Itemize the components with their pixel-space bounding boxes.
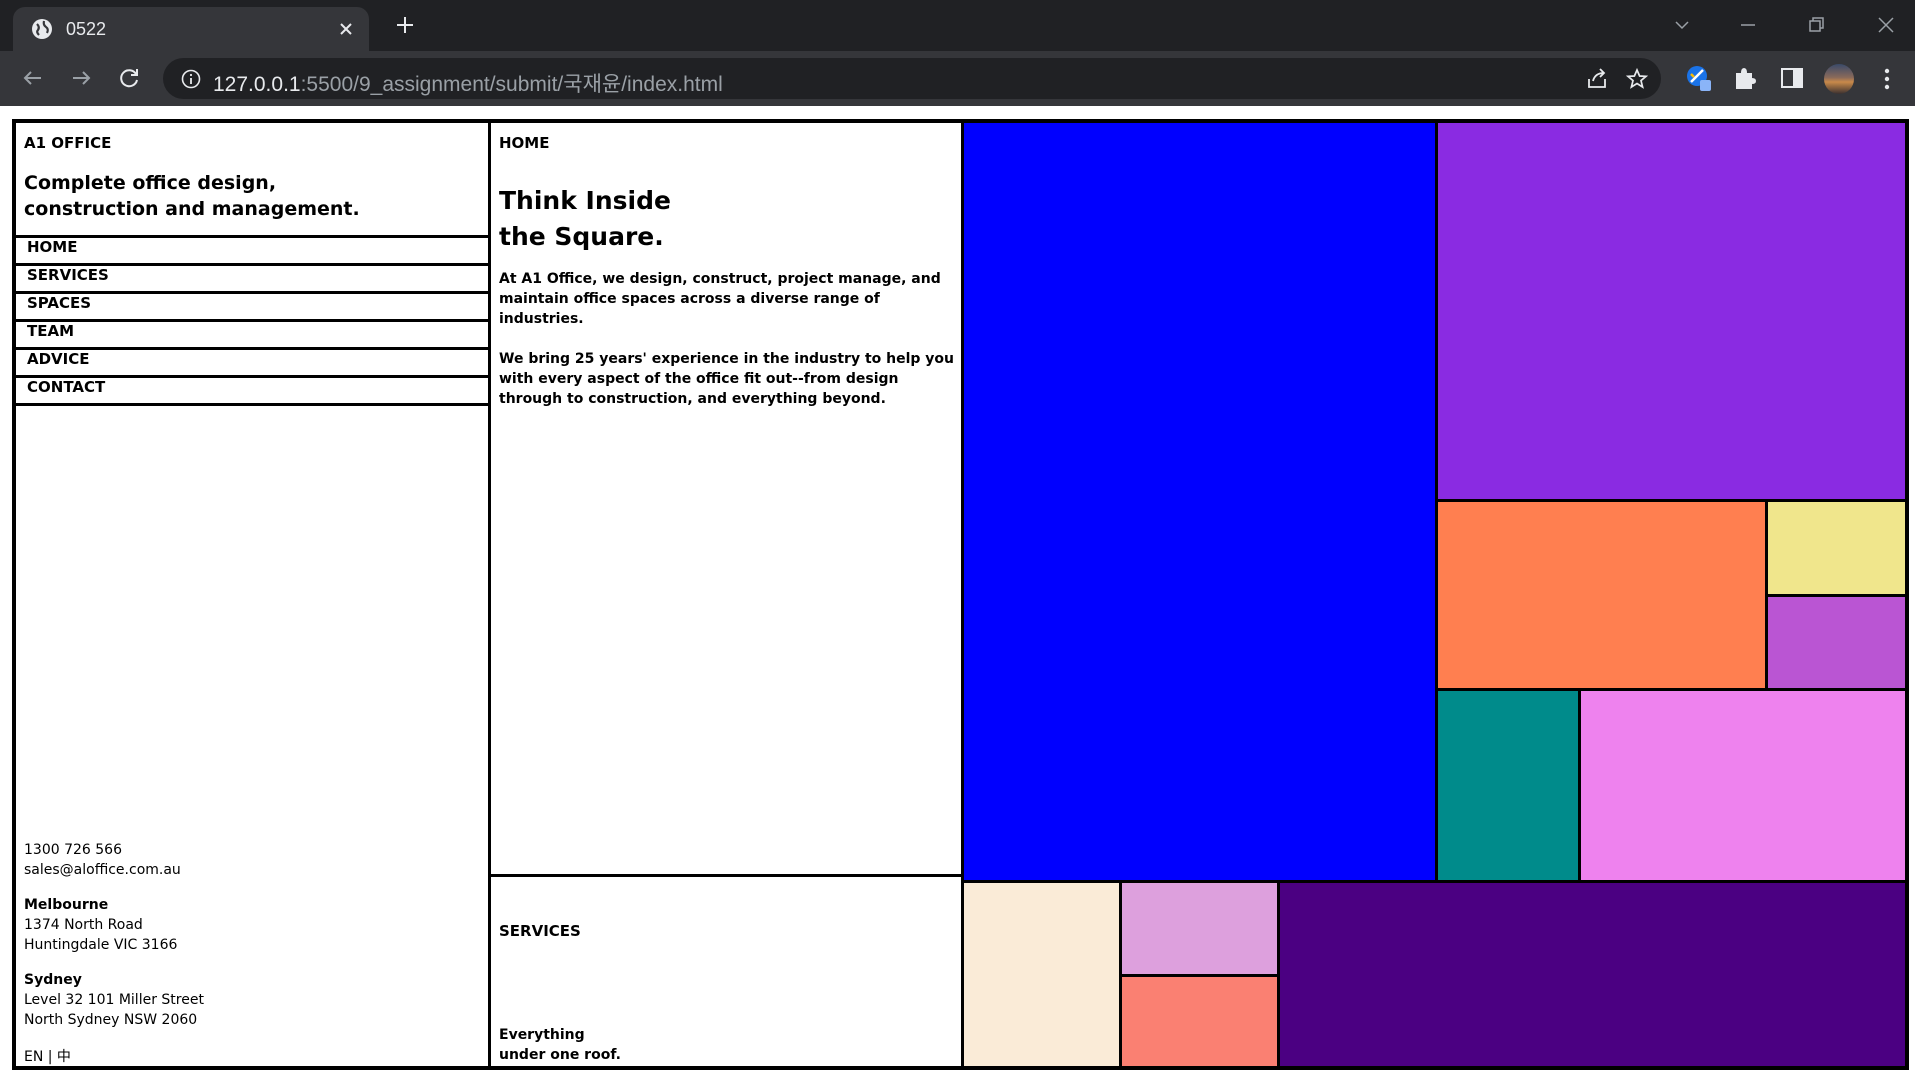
address-line: North Sydney NSW 2060 — [24, 1012, 198, 1028]
address-bar[interactable]: 127.0.0.1:5500/9_assignment/submit/국재윤/i… — [163, 58, 1661, 99]
page-title: Think Inside the Square. — [499, 183, 939, 255]
address-line: 1374 North Road — [24, 917, 143, 933]
nav-item-services[interactable]: SERVICES — [16, 266, 488, 294]
color-tile-indigo — [1277, 880, 1908, 1069]
nav-item-advice[interactable]: ADVICE — [16, 350, 488, 378]
color-tile-teal — [1435, 688, 1581, 883]
share-icon[interactable] — [1585, 67, 1609, 91]
window-close-icon[interactable] — [1871, 10, 1901, 40]
intro-paragraph: At A1 Office, we design, construct, proj… — [499, 271, 941, 327]
page-frame: A1 OFFICE Complete office design, constr… — [12, 119, 1909, 1070]
left-column: A1 OFFICE Complete office design, constr… — [16, 123, 491, 1066]
star-icon[interactable] — [1625, 67, 1649, 91]
section-label-home: HOME — [499, 134, 550, 152]
nav-item-spaces[interactable]: SPACES — [16, 294, 488, 322]
menu-icon[interactable] — [1875, 65, 1899, 93]
office-heading-sydney: Sydney — [24, 972, 82, 988]
nav-item-team[interactable]: TEAM — [16, 322, 488, 350]
url-path: :5500/9_assignment/submit/국재윤/index.html — [300, 73, 723, 96]
color-tile-blueviolet — [1435, 120, 1908, 502]
puzzle-icon[interactable] — [1731, 64, 1759, 92]
nav-item-home[interactable]: HOME — [16, 238, 488, 266]
headline-line: the Square. — [499, 222, 664, 251]
tagline-line: construction and management. — [24, 198, 360, 220]
color-grid — [961, 120, 1908, 1069]
site-tagline: Complete office design, construction and… — [24, 170, 464, 222]
color-tile-violet — [1578, 688, 1908, 883]
url-host: 127.0.0.1 — [213, 73, 301, 96]
color-tile-blue — [961, 120, 1438, 883]
address-line: Level 32 101 Miller Street — [24, 992, 204, 1008]
tagline-line: Complete office design, — [24, 172, 277, 194]
address-line: Huntingdale VIC 3166 — [24, 937, 178, 953]
language-switcher[interactable]: EN | 中 — [24, 1046, 71, 1066]
site-info-icon[interactable] — [180, 68, 202, 90]
tab-title: 0522 — [66, 19, 107, 39]
color-tile-plum — [1119, 880, 1280, 977]
side-panel-icon[interactable] — [1778, 64, 1806, 92]
middle-column: HOME Think Inside the Square. At A1 Offi… — [491, 123, 964, 1066]
restore-icon[interactable] — [1801, 10, 1831, 40]
email-address[interactable]: sales@aloffice.com.au — [24, 860, 204, 880]
tab-search-icon[interactable] — [1667, 10, 1697, 40]
office-heading-melbourne: Melbourne — [24, 897, 109, 913]
back-icon[interactable] — [19, 64, 47, 92]
color-tile-salmon — [1119, 974, 1280, 1069]
reload-icon[interactable] — [115, 64, 143, 92]
section-label-services: SERVICES — [499, 922, 581, 940]
forward-icon[interactable] — [67, 64, 95, 92]
browser-toolbar: 127.0.0.1:5500/9_assignment/submit/국재윤/i… — [0, 51, 1915, 106]
main-nav: HOME SERVICES SPACES TEAM ADVICE CONTACT — [16, 235, 488, 406]
url-text[interactable]: 127.0.0.1:5500/9_assignment/submit/국재윤/i… — [213, 68, 723, 98]
contact-info: 1300 726 566 sales@aloffice.com.au Melbo… — [24, 840, 204, 1030]
browser-tab-bar: 0522 — [0, 0, 1915, 51]
extension-icon[interactable] — [1685, 64, 1713, 92]
color-tile-coral — [1435, 499, 1768, 691]
profile-avatar[interactable] — [1824, 64, 1854, 94]
home-section: HOME Think Inside the Square. At A1 Offi… — [491, 123, 961, 877]
subtitle-line: under one roof. — [499, 1047, 621, 1063]
color-tile-mediumorchid — [1765, 594, 1908, 691]
headline-line: Think Inside — [499, 186, 671, 215]
color-tile-khaki — [1765, 499, 1908, 597]
globe-icon — [32, 19, 52, 39]
subtitle-line: Everything — [499, 1027, 585, 1043]
minimize-icon[interactable] — [1733, 10, 1763, 40]
color-tile-linen — [961, 880, 1122, 1069]
nav-item-contact[interactable]: CONTACT — [16, 378, 488, 406]
services-subtitle: Everything under one roof. — [499, 1025, 621, 1065]
intro-paragraph: We bring 25 years' experience in the ind… — [499, 351, 954, 407]
browser-tab[interactable]: 0522 — [13, 7, 369, 51]
close-icon[interactable] — [335, 18, 357, 40]
intro-text: At A1 Office, we design, construct, proj… — [499, 269, 959, 409]
new-tab-icon[interactable] — [393, 13, 417, 37]
site-brand[interactable]: A1 OFFICE — [24, 134, 111, 152]
phone-number[interactable]: 1300 726 566 — [24, 840, 204, 860]
